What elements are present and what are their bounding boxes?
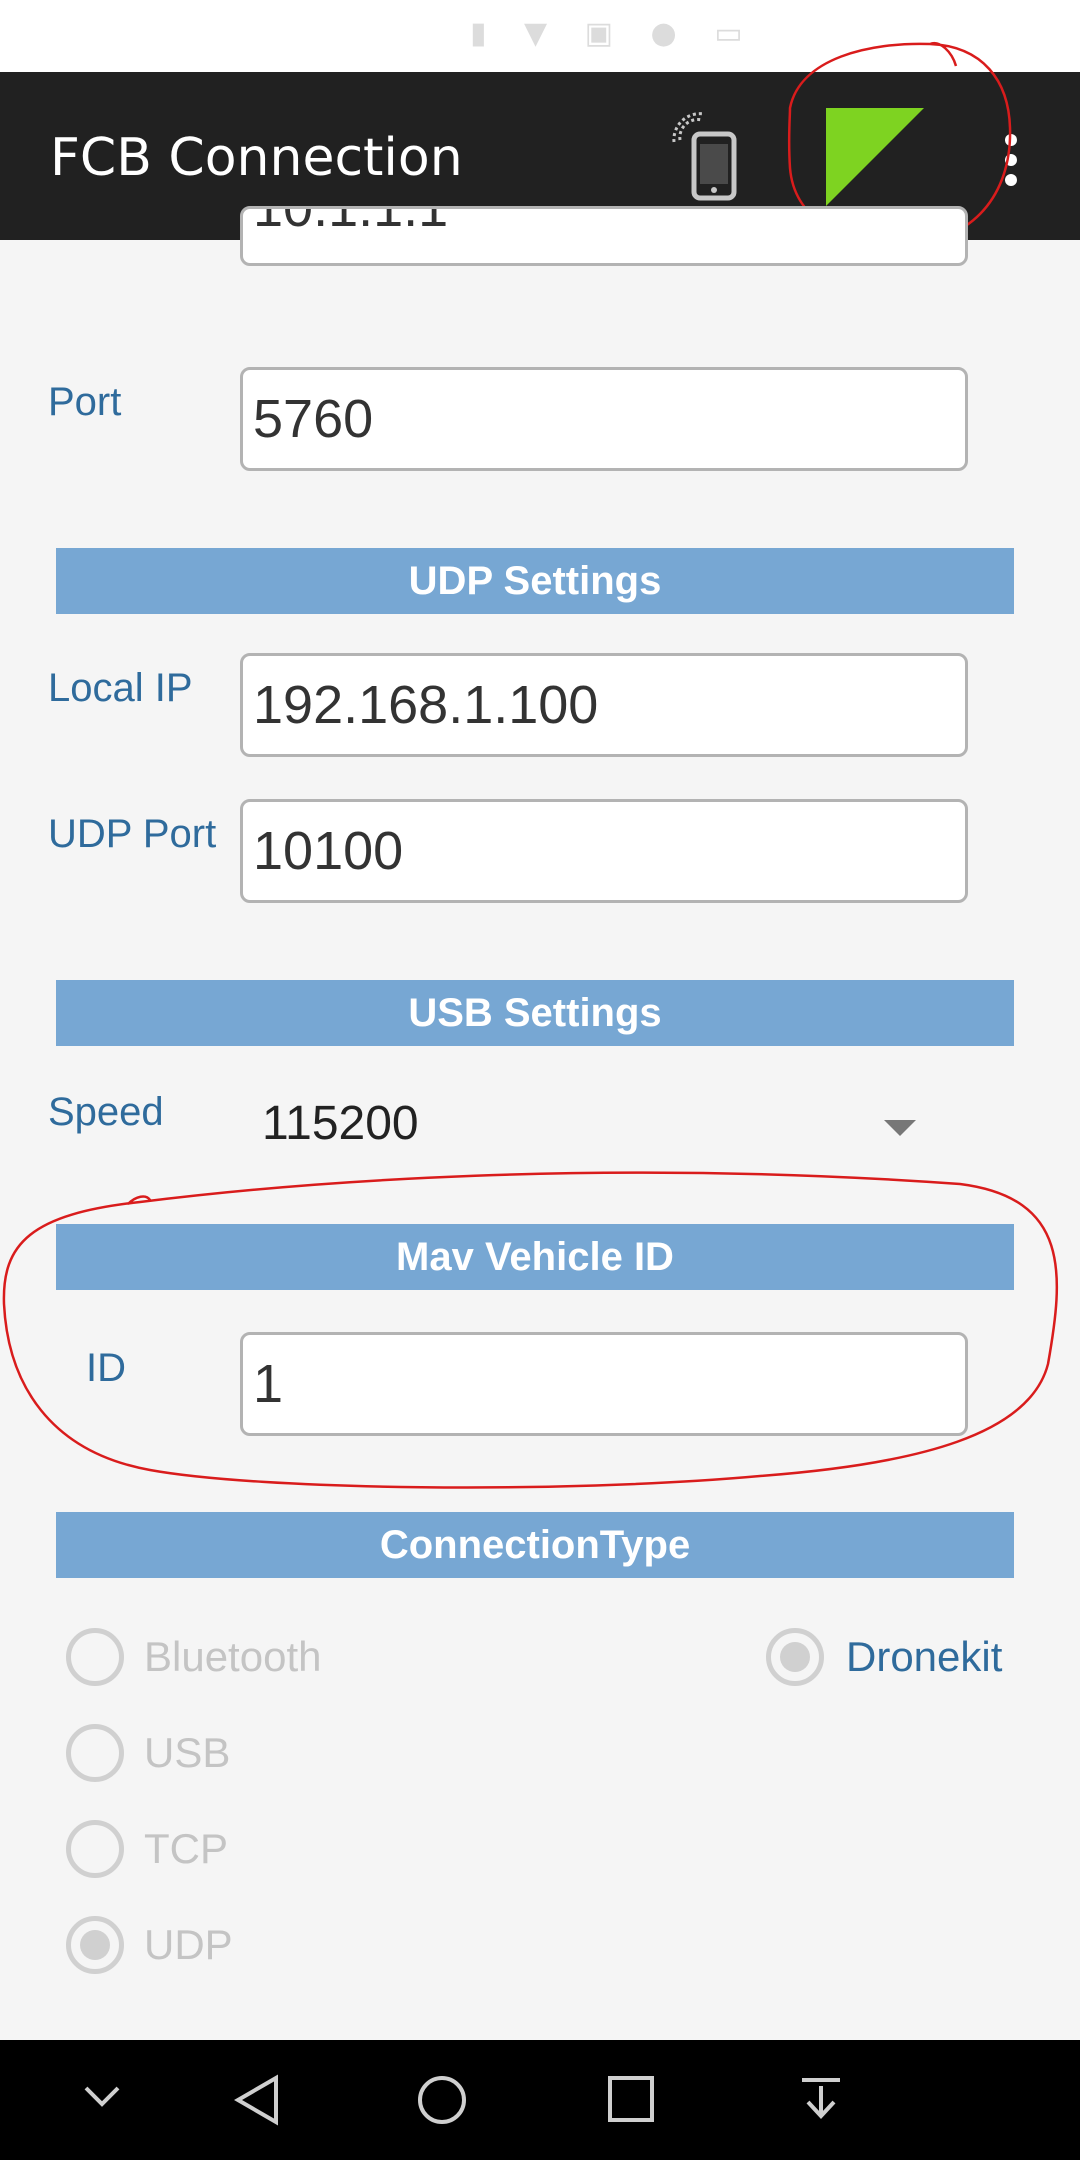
mav-vehicle-id-header: Mav Vehicle ID	[56, 1224, 1014, 1290]
id-label: ID	[86, 1346, 126, 1390]
collapse-icon[interactable]	[80, 2074, 124, 2118]
radio-label: TCP	[144, 1825, 228, 1872]
status-flag-icon[interactable]	[826, 108, 924, 206]
radio-label: Dronekit	[846, 1633, 1003, 1680]
notification-pull-icon[interactable]	[798, 2074, 844, 2124]
tcp-ip-value: 10.1.1.1	[253, 206, 449, 238]
speed-dropdown[interactable]: 115200	[240, 1080, 968, 1170]
overflow-menu-icon[interactable]	[996, 130, 1026, 190]
connection-type-header: ConnectionType	[56, 1512, 1014, 1578]
local-ip-label: Local IP	[48, 666, 193, 710]
page-title: FCB Connection	[50, 128, 463, 188]
udp-settings-header: UDP Settings	[56, 548, 1014, 614]
radio-label: UDP	[144, 1921, 233, 1968]
speed-value: 115200	[262, 1097, 419, 1150]
udp-port-label: UDP Port	[48, 812, 217, 856]
status-bar: ▮ ▼ ▣ ● ▭	[0, 0, 1080, 72]
dropdown-arrow-icon	[884, 1120, 916, 1136]
radio-dot	[80, 1930, 110, 1960]
udp-port-input[interactable]: 10100	[240, 799, 968, 903]
radio-ring	[66, 1628, 124, 1686]
vehicle-id-input[interactable]: 1	[240, 1332, 968, 1436]
radio-dot	[780, 1642, 810, 1672]
status-icons: ▮ ▼ ▣ ● ▭	[470, 16, 757, 51]
radio-ring	[66, 1820, 124, 1878]
radio-label: USB	[144, 1729, 231, 1776]
local-ip-input[interactable]: 192.168.1.100	[240, 653, 968, 757]
radio-ring	[66, 1724, 124, 1782]
back-icon[interactable]	[232, 2074, 284, 2126]
usb-settings-header: USB Settings	[56, 980, 1014, 1046]
recents-icon[interactable]	[606, 2074, 656, 2124]
phone-connect-icon[interactable]	[672, 112, 740, 202]
settings-content[interactable]: 10.1.1.1 Port 5760 UDP Settings Local IP…	[0, 206, 1080, 2040]
port-label: Port	[48, 380, 122, 424]
port-input[interactable]: 5760	[240, 367, 968, 471]
home-icon[interactable]	[416, 2074, 468, 2126]
speed-label: Speed	[48, 1090, 164, 1134]
system-nav-bar	[0, 2040, 1080, 2160]
radio-label: Bluetooth	[144, 1633, 322, 1680]
tcp-ip-input[interactable]: 10.1.1.1	[240, 206, 968, 266]
